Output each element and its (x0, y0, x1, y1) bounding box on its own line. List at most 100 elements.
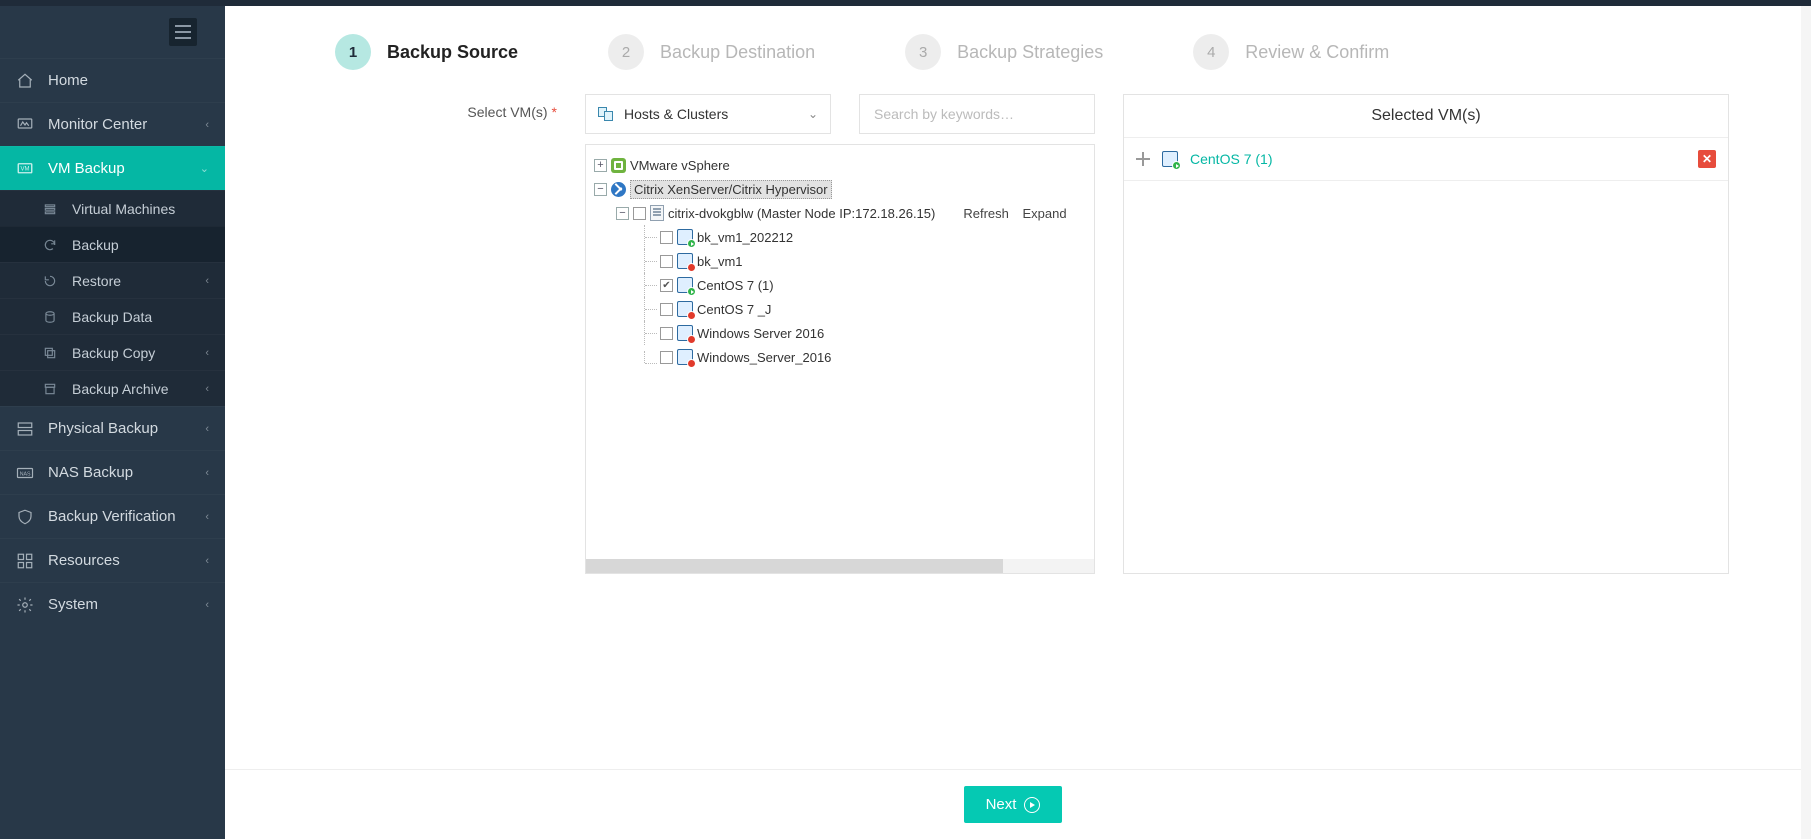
sidebar-item-label: Restore (72, 273, 191, 289)
expand-icon[interactable]: + (594, 159, 607, 172)
sidebar-item-label: Home (48, 72, 209, 89)
sidebar-item-resources[interactable]: Resources ‹ (0, 538, 225, 582)
vm-checkbox[interactable] (660, 231, 673, 244)
remove-selected-button[interactable]: ✕ (1698, 150, 1716, 168)
search-box[interactable] (859, 94, 1095, 134)
sidebar: Home Monitor Center ‹ VM VM Backup ⌄ Vir… (0, 6, 225, 839)
sidebar-item-label: Physical Backup (48, 420, 191, 437)
vm-icon (677, 253, 693, 269)
step-name: Backup Strategies (957, 42, 1103, 63)
sidebar-sub-virtual-machines[interactable]: Virtual Machines (0, 190, 225, 226)
restore-icon (42, 273, 58, 289)
shield-icon (16, 508, 34, 526)
refresh-link[interactable]: Refresh (963, 206, 1009, 221)
select-vms-label: Select VM(s)* (297, 94, 557, 120)
sidebar-sub-backup-archive[interactable]: Backup Archive ‹ (0, 370, 225, 406)
tree-node-vm[interactable]: Windows Server 2016 (594, 321, 1088, 345)
tree-node-vm[interactable]: CentOS 7 _J (594, 297, 1088, 321)
svg-text:NAS: NAS (20, 471, 31, 477)
sidebar-item-label: Virtual Machines (72, 201, 209, 217)
step-number: 4 (1193, 34, 1229, 70)
vm-icon (677, 349, 693, 365)
wizard-step-3[interactable]: 3 Backup Strategies (905, 34, 1103, 70)
gear-icon (16, 596, 34, 614)
horizontal-scrollbar[interactable] (586, 559, 1094, 573)
vm-icon (677, 229, 693, 245)
chevron-down-icon: ⌄ (200, 162, 209, 175)
tree-node-label: Citrix XenServer/Citrix Hypervisor (630, 180, 832, 199)
vm-checkbox[interactable] (660, 327, 673, 340)
home-icon (16, 72, 34, 90)
monitor-icon (16, 116, 34, 134)
sidebar-item-label: Backup (72, 237, 209, 253)
tree-vm-label: Windows_Server_2016 (697, 350, 831, 365)
step-number: 1 (335, 34, 371, 70)
sidebar-item-backup-verification[interactable]: Backup Verification ‹ (0, 494, 225, 538)
sidebar-sub-restore[interactable]: Restore ‹ (0, 262, 225, 298)
next-button-label: Next (986, 796, 1017, 813)
vm-icon (677, 325, 693, 341)
chevron-down-icon: ⌄ (808, 107, 818, 121)
tree-vm-label: CentOS 7 _J (697, 302, 771, 317)
collapse-icon[interactable]: − (594, 183, 607, 196)
host-icon (650, 205, 664, 221)
sidebar-item-label: Resources (48, 552, 191, 569)
vm-icon (677, 301, 693, 317)
vsphere-icon (611, 158, 626, 173)
tree-node-vm[interactable]: bk_vm1 (594, 249, 1088, 273)
copy-icon (42, 345, 58, 361)
wizard-step-1[interactable]: 1 Backup Source (335, 34, 518, 70)
wizard-step-2[interactable]: 2 Backup Destination (608, 34, 815, 70)
sidebar-item-label: Backup Data (72, 309, 209, 325)
sidebar-item-physical-backup[interactable]: Physical Backup ‹ (0, 406, 225, 450)
step-name: Backup Source (387, 42, 518, 63)
selected-panel-title: Selected VM(s) (1124, 95, 1728, 137)
sidebar-item-nas-backup[interactable]: NAS NAS Backup ‹ (0, 450, 225, 494)
vm-checkbox[interactable] (660, 303, 673, 316)
archive-icon (42, 381, 58, 397)
sidebar-sub-backup-data[interactable]: Backup Data (0, 298, 225, 334)
nas-icon: NAS (16, 464, 34, 482)
search-input[interactable] (874, 106, 1080, 122)
expand-selected-icon[interactable] (1136, 152, 1150, 166)
host-checkbox[interactable] (633, 207, 646, 220)
tree-node-host[interactable]: − citrix-dvokgblw (Master Node IP:172.18… (594, 201, 1088, 225)
sidebar-item-label: Backup Copy (72, 345, 191, 361)
chevron-left-icon: ‹ (205, 347, 209, 359)
chevron-left-icon: ‹ (205, 119, 209, 131)
tree-node-vm[interactable]: Windows_Server_2016 (594, 345, 1088, 369)
tree-node-vmware[interactable]: + VMware vSphere (594, 153, 1088, 177)
sidebar-toggle-icon[interactable] (169, 18, 197, 46)
right-scrollbar-track[interactable] (1801, 6, 1811, 839)
sidebar-item-vm-backup[interactable]: VM VM Backup ⌄ (0, 146, 225, 190)
hosts-clusters-icon (598, 107, 616, 122)
vm-icon (1162, 151, 1178, 167)
wizard-step-4[interactable]: 4 Review & Confirm (1193, 34, 1389, 70)
vm-icon (677, 277, 693, 293)
next-button[interactable]: Next (964, 786, 1063, 823)
collapse-icon[interactable]: − (616, 207, 629, 220)
tree-vm-label: bk_vm1 (697, 254, 743, 269)
sidebar-item-monitor-center[interactable]: Monitor Center ‹ (0, 102, 225, 146)
tree-node-vm[interactable]: ✔CentOS 7 (1) (594, 273, 1088, 297)
vm-icon: VM (16, 160, 34, 178)
vm-checkbox[interactable] (660, 351, 673, 364)
vm-checkbox[interactable]: ✔ (660, 279, 673, 292)
sidebar-item-system[interactable]: System ‹ (0, 582, 225, 626)
view-dropdown[interactable]: Hosts & Clusters ⌄ (585, 94, 831, 134)
vm-checkbox[interactable] (660, 255, 673, 268)
expand-link[interactable]: Expand (1023, 206, 1067, 221)
tree-node-citrix[interactable]: − Citrix XenServer/Citrix Hypervisor (594, 177, 1088, 201)
step-name: Backup Destination (660, 42, 815, 63)
list-icon (42, 201, 58, 217)
sidebar-sub-backup[interactable]: Backup (0, 226, 225, 262)
grid-icon (16, 552, 34, 570)
sidebar-sub-backup-copy[interactable]: Backup Copy ‹ (0, 334, 225, 370)
chevron-left-icon: ‹ (205, 555, 209, 567)
selected-vm-name: CentOS 7 (1) (1190, 151, 1686, 167)
arrow-right-icon (1024, 797, 1040, 813)
sidebar-item-home[interactable]: Home (0, 58, 225, 102)
tree-node-vm[interactable]: bk_vm1_202212 (594, 225, 1088, 249)
dropdown-value: Hosts & Clusters (624, 106, 800, 122)
selected-vm-row: CentOS 7 (1) ✕ (1124, 137, 1728, 181)
